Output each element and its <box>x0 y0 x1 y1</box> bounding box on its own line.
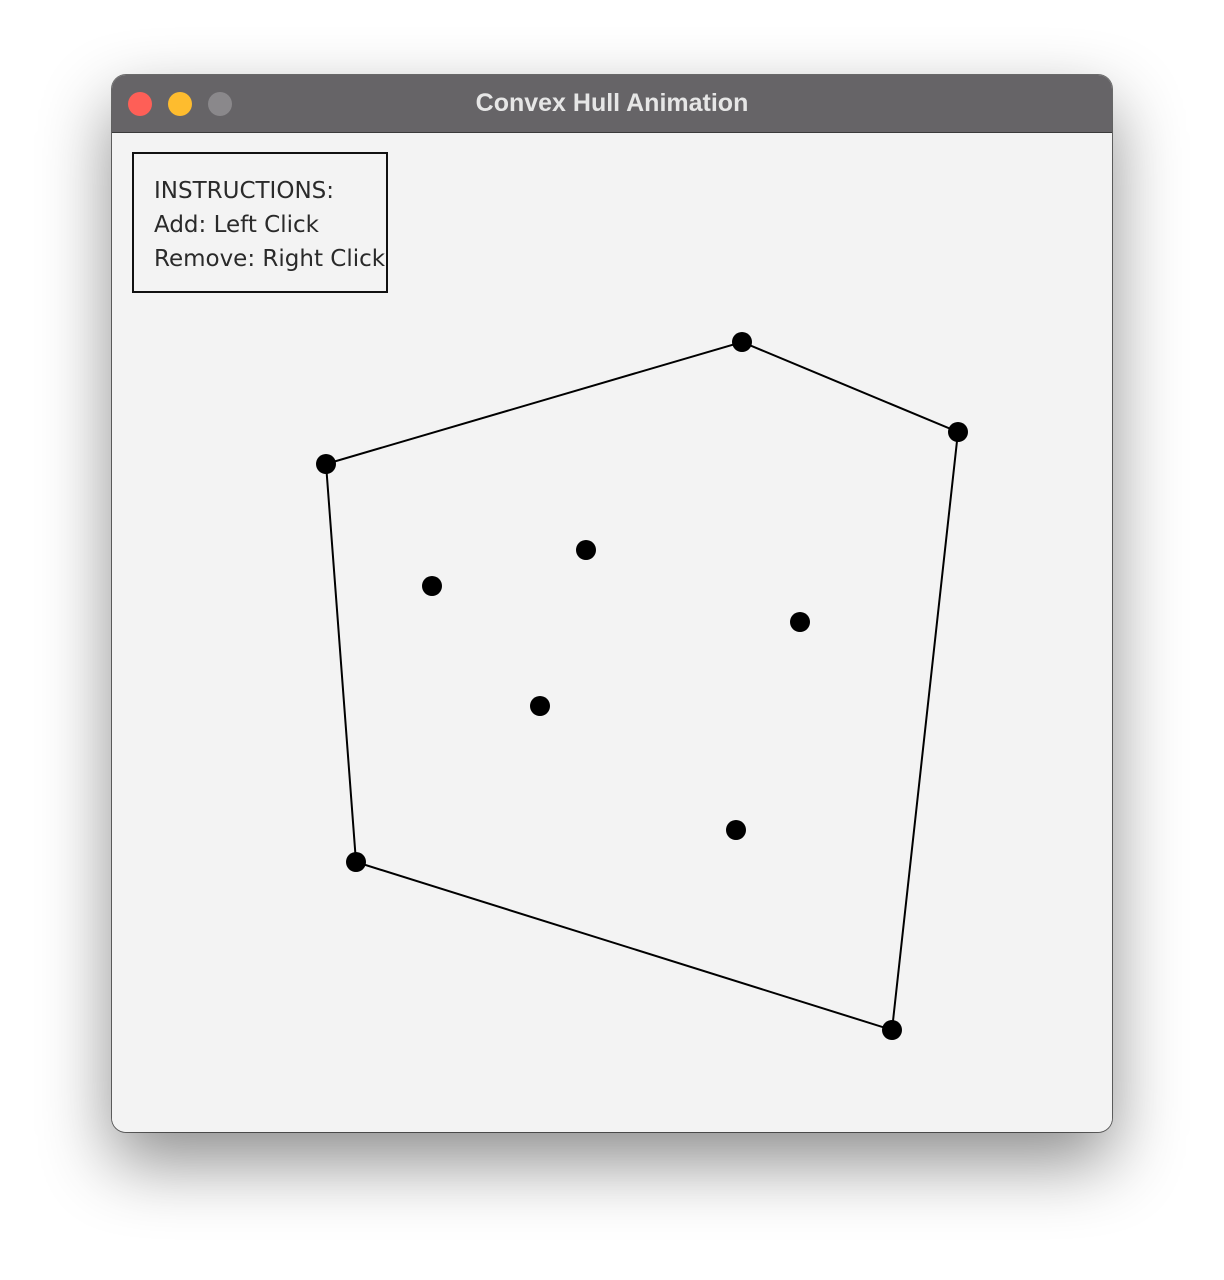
interior-point[interactable] <box>790 612 810 632</box>
hull-point[interactable] <box>948 422 968 442</box>
hull-plot[interactable] <box>112 133 1112 1132</box>
window-title: Convex Hull Animation <box>475 89 749 117</box>
interior-point[interactable] <box>576 540 596 560</box>
hull-point[interactable] <box>316 454 336 474</box>
drawing-canvas[interactable]: INSTRUCTIONS: Add: Left Click Remove: Ri… <box>112 133 1112 1132</box>
hull-point[interactable] <box>882 1020 902 1040</box>
convex-hull-edges <box>324 340 960 1032</box>
hull-point[interactable] <box>346 852 366 872</box>
app-window: Convex Hull Animation INSTRUCTIONS: Add:… <box>112 75 1112 1132</box>
title-bar[interactable]: Convex Hull Animation <box>112 75 1112 133</box>
interior-point[interactable] <box>530 696 550 716</box>
interior-point[interactable] <box>726 820 746 840</box>
hull-point[interactable] <box>732 332 752 352</box>
interior-point[interactable] <box>422 576 442 596</box>
